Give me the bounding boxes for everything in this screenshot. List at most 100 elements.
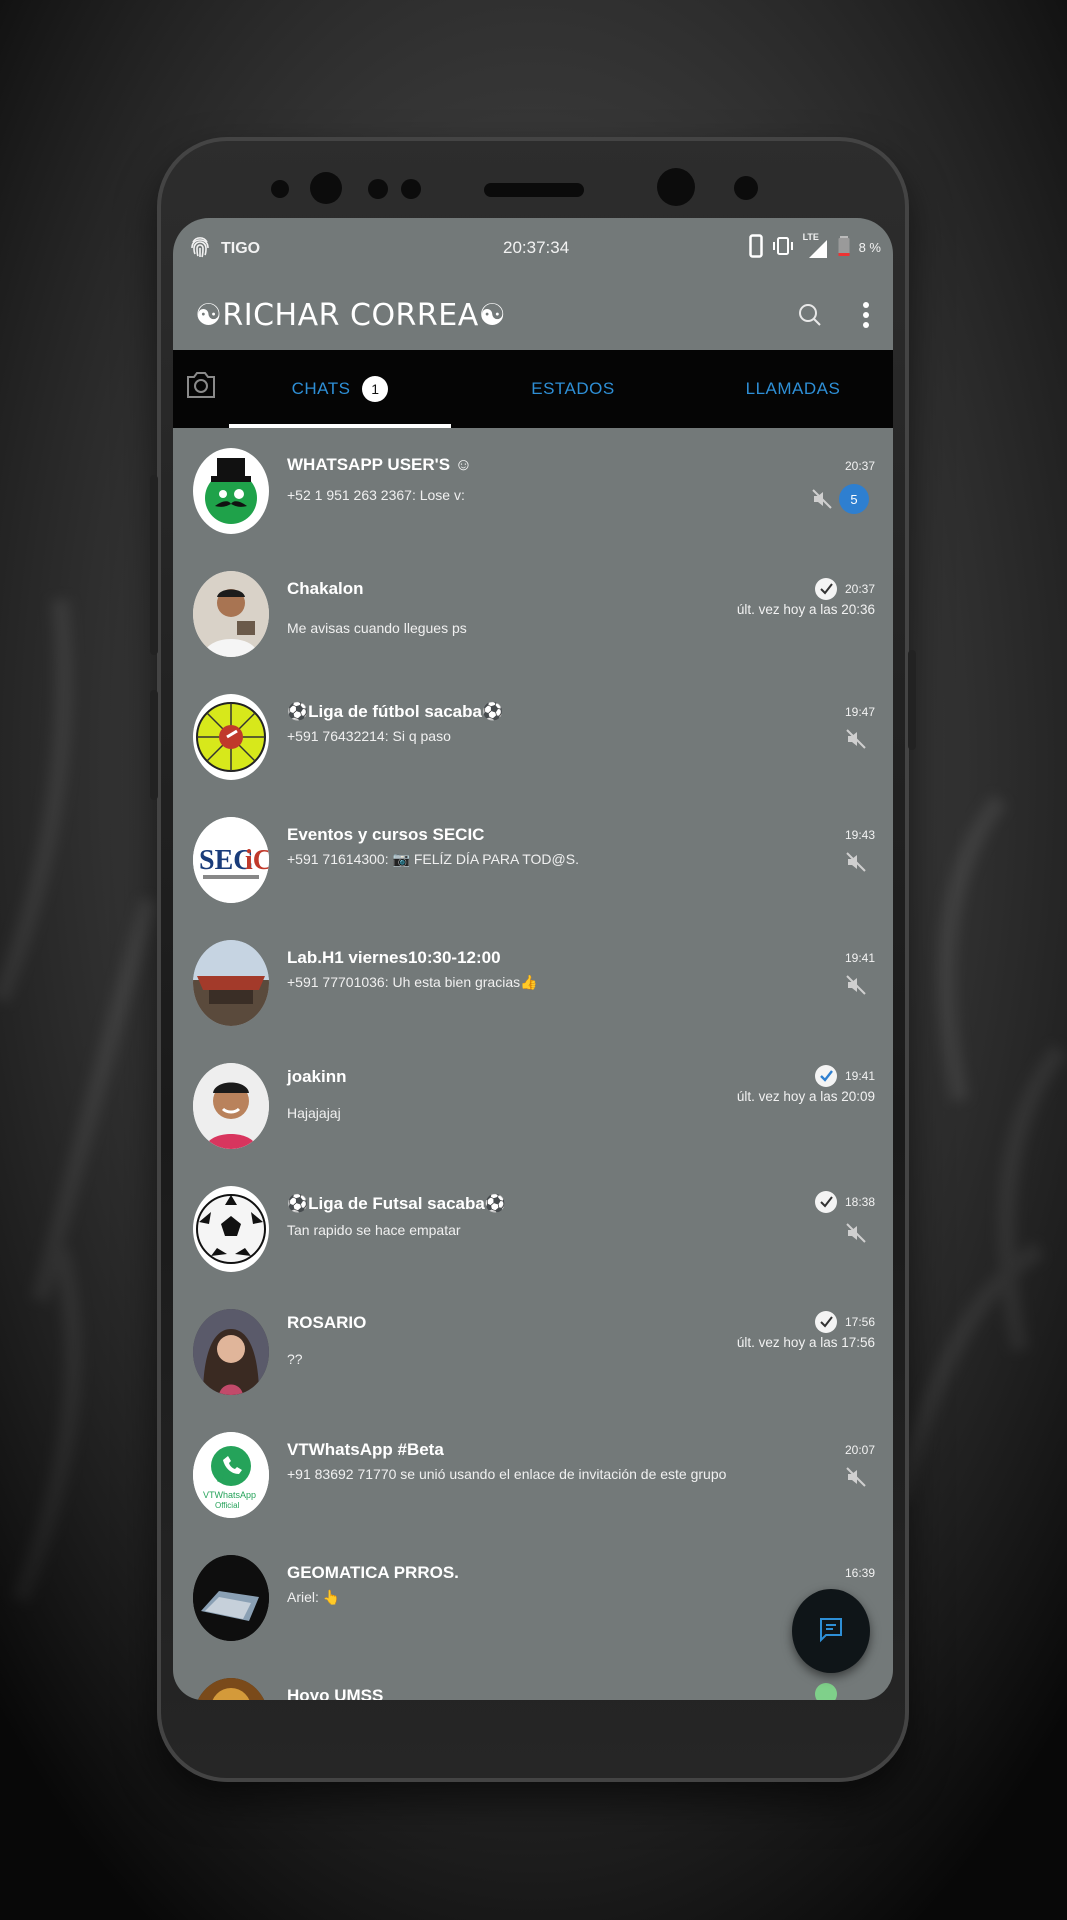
mute-icon <box>845 1466 867 1493</box>
front-camera <box>657 168 695 206</box>
chat-time: 18:38 <box>844 1195 875 1209</box>
status-bar: TIGO 20:37:34 LTE 8 % <box>173 218 893 280</box>
screen: TIGO 20:37:34 LTE 8 % ☯RICHAR CORREA☯ CH… <box>173 218 893 1700</box>
avatar <box>193 940 269 1026</box>
avatar: SEC iC <box>193 817 269 903</box>
new-chat-button[interactable] <box>792 1589 870 1673</box>
chat-last-message: Me avisas cuando llegues ps <box>287 620 467 636</box>
tab-estados-label: ESTADOS <box>531 379 615 398</box>
chat-time: 20:37 <box>844 582 875 596</box>
tab-llamadas[interactable]: LLAMADAS <box>693 350 893 428</box>
chat-row-liga-futbol[interactable]: ⚽Liga de fútbol sacaba⚽ +591 76432214: S… <box>173 674 893 797</box>
tab-chats-label: CHATS <box>291 379 351 398</box>
more-vert-icon[interactable] <box>861 300 871 335</box>
chat-row-joakinn[interactable]: joakinn Hajajajaj 19:41 últ. vez hoy a l… <box>173 1043 893 1166</box>
phone-sensor <box>401 179 421 199</box>
svg-text:iC: iC <box>245 845 269 876</box>
chat-time: 19:43 <box>844 828 875 842</box>
chat-time: 19:41 <box>844 1069 875 1083</box>
phone-side-button <box>150 690 158 800</box>
chat-name: GEOMATICA PRROS. <box>287 1563 459 1582</box>
svg-text:VTWhatsApp: VTWhatsApp <box>203 1490 256 1500</box>
mute-icon <box>811 488 833 515</box>
chat-last-message: ?? <box>287 1351 303 1367</box>
chat-name: VTWhatsApp #Beta <box>287 1440 444 1459</box>
unread-count-badge: 5 <box>839 484 869 514</box>
lte-signal-icon: LTE <box>803 232 829 260</box>
chat-name: Eventos y cursos SECIC <box>287 825 485 844</box>
chat-name: ⚽Liga de fútbol sacaba⚽ <box>287 702 504 721</box>
read-receipt-icon <box>815 578 837 600</box>
chat-last-message: +591 71614300: 📷 FELÍZ DÍA PARA TOD@S. <box>287 851 579 867</box>
chat-row-whatsapp-users[interactable]: WHATSAPP USER'S ☺ +52 1 951 263 2367: Lo… <box>173 428 893 551</box>
avatar <box>193 694 269 780</box>
chat-time: 20:07 <box>844 1443 875 1457</box>
chat-name: joakinn <box>287 1067 347 1086</box>
read-receipt-icon <box>815 1311 837 1333</box>
avatar: VTWhatsApp Official <box>193 1432 269 1518</box>
chat-last-message: +52 1 951 263 2367: Lose v: <box>287 487 465 503</box>
phone-sensor <box>734 176 758 200</box>
app-title: ☯RICHAR CORREA☯ <box>195 297 507 333</box>
chat-name: Lab.H1 viernes10:30-12:00 <box>287 948 501 967</box>
chat-time: 19:47 <box>844 705 875 719</box>
phone-sensor <box>271 180 289 198</box>
mute-icon <box>845 974 867 1001</box>
tab-estados[interactable]: ESTADOS <box>473 350 673 428</box>
chat-row-lab-h1[interactable]: Lab.H1 viernes10:30-12:00 +591 77701036:… <box>173 920 893 1043</box>
chat-row-eventos-secic[interactable]: SEC iC Eventos y cursos SECIC +591 716143… <box>173 797 893 920</box>
battery-percent: 8 % <box>858 240 881 255</box>
chat-last-message: Tan rapido se hace empatar <box>287 1222 461 1238</box>
chat-row-geomatica[interactable]: GEOMATICA PRROS. Ariel: 👆 16:39 <box>173 1535 893 1658</box>
mute-icon <box>845 851 867 878</box>
tab-llamadas-label: LLAMADAS <box>745 379 841 398</box>
read-receipt-icon <box>815 1191 837 1213</box>
chat-last-message: Ariel: 👆 <box>287 1589 341 1605</box>
phone-earpiece <box>484 183 584 197</box>
mute-icon <box>845 1222 867 1249</box>
avatar <box>193 448 269 534</box>
battery-icon <box>838 235 850 260</box>
chat-name: ROSARIO <box>287 1313 367 1332</box>
phone-side-button <box>908 650 916 750</box>
chat-row-chakalon[interactable]: Chakalon Me avisas cuando llegues ps 20:… <box>173 551 893 674</box>
app-bar: ☯RICHAR CORREA☯ <box>173 280 893 350</box>
avatar <box>193 1309 269 1395</box>
tab-chats[interactable]: CHATS 1 <box>229 350 451 428</box>
avatar <box>193 571 269 657</box>
avatar <box>193 1678 269 1700</box>
chat-row-liga-futsal[interactable]: ⚽Liga de Futsal sacaba⚽ Tan rapido se ha… <box>173 1166 893 1289</box>
phone-sensor <box>368 179 388 199</box>
phone-sensor <box>310 172 342 204</box>
new-chat-icon <box>817 1615 845 1648</box>
avatar <box>193 1186 269 1272</box>
chat-last-message: Hajajajaj <box>287 1105 341 1121</box>
chat-row-hoyo-umss[interactable]: Hoyo UMSS <box>173 1658 893 1700</box>
chat-name: Chakalon <box>287 579 364 598</box>
chat-time: 19:41 <box>844 951 875 965</box>
tab-chats-count-badge: 1 <box>362 376 389 402</box>
camera-icon[interactable] <box>185 370 217 405</box>
read-receipt-icon <box>815 1683 837 1700</box>
search-icon[interactable] <box>797 302 823 333</box>
avatar <box>193 1555 269 1641</box>
status-clock: 20:37:34 <box>503 238 570 257</box>
chat-name: WHATSAPP USER'S ☺ <box>287 455 473 474</box>
chat-row-vtwhatsapp-beta[interactable]: VTWhatsApp Official VTWhatsApp #Beta +91 … <box>173 1412 893 1535</box>
carrier-label: TIGO <box>221 240 261 257</box>
fingerprint-icon <box>189 234 211 265</box>
chat-time: 17:56 <box>844 1315 875 1329</box>
last-seen-status: últ. vez hoy a las 20:36 <box>736 602 875 617</box>
chat-last-message: +91 83692 71770 se unió usando el enlace… <box>287 1466 727 1482</box>
phone-side-button <box>150 475 158 655</box>
last-seen-status: últ. vez hoy a las 17:56 <box>736 1335 875 1350</box>
chat-last-message: +591 77701036: Uh esta bien gracias👍 <box>287 974 538 990</box>
vibrate-icon <box>772 236 794 259</box>
chat-row-rosario[interactable]: ROSARIO ?? 17:56 últ. vez hoy a las 17:5… <box>173 1289 893 1412</box>
chat-last-message: +591 76432214: Si q paso <box>287 728 451 744</box>
chat-name: ⚽Liga de Futsal sacaba⚽ <box>287 1194 507 1213</box>
avatar <box>193 1063 269 1149</box>
phone-icon <box>748 234 763 261</box>
chat-time: 16:39 <box>844 1566 875 1580</box>
tab-bar: CHATS 1 ESTADOS LLAMADAS <box>173 350 893 428</box>
